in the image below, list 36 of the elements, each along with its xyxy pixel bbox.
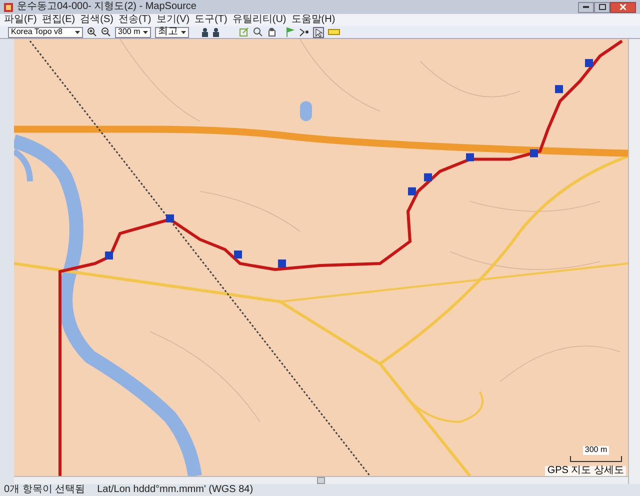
window-title: 운수동고04-000- 지형도(2) - MapSource [17,2,196,12]
menu-item[interactable]: 전송(T) [118,15,152,25]
zoom-in-icon[interactable] [87,27,97,37]
menu-item[interactable]: 보기(V) [156,15,190,25]
maximize-icon [598,4,606,10]
dropdown-arrow-icon [75,30,80,34]
status-text: 0개 항목이 선택됨 [4,485,86,495]
map-detail-label: GPS 지도 상세도 [545,466,626,476]
scroll-thumb[interactable] [317,477,325,484]
route-icon[interactable] [299,27,309,37]
zoom-out-icon[interactable] [101,27,111,37]
dropdown-arrow-icon [181,30,186,34]
menu-item[interactable]: 편집(E) [42,15,76,25]
ruler-icon[interactable] [328,28,340,36]
app-icon [4,2,13,12]
close-button[interactable] [610,2,636,12]
menu-item[interactable]: 도움말(H) [291,15,336,25]
pointer-icon[interactable] [313,26,324,38]
minimize-icon [583,6,589,8]
horizontal-scrollbar[interactable] [14,476,628,484]
magnifier-icon[interactable] [253,27,263,37]
vertical-scrollbar[interactable] [628,39,640,484]
hand-icon[interactable] [267,27,277,37]
map-product-dropdown[interactable]: Korea Topo v8 [8,26,83,38]
menu-item[interactable]: 도구(T) [194,15,228,25]
scale-label: 300 m [582,446,610,455]
zoom-dropdown[interactable]: 300 m [115,26,151,38]
detail-dropdown[interactable]: 최고 [155,26,189,38]
menu-item[interactable]: 검색(S) [80,15,114,25]
maximize-button[interactable] [594,2,610,12]
menu-item[interactable]: 파일(F) [4,15,37,25]
menu-item[interactable]: 유틸리티(U) [232,15,286,25]
minimize-button[interactable] [578,2,594,12]
status-text: Lat/Lon hddd°mm.mmm' (WGS 84) [97,485,254,495]
dropdown-arrow-icon [143,30,148,34]
close-icon [620,4,626,10]
